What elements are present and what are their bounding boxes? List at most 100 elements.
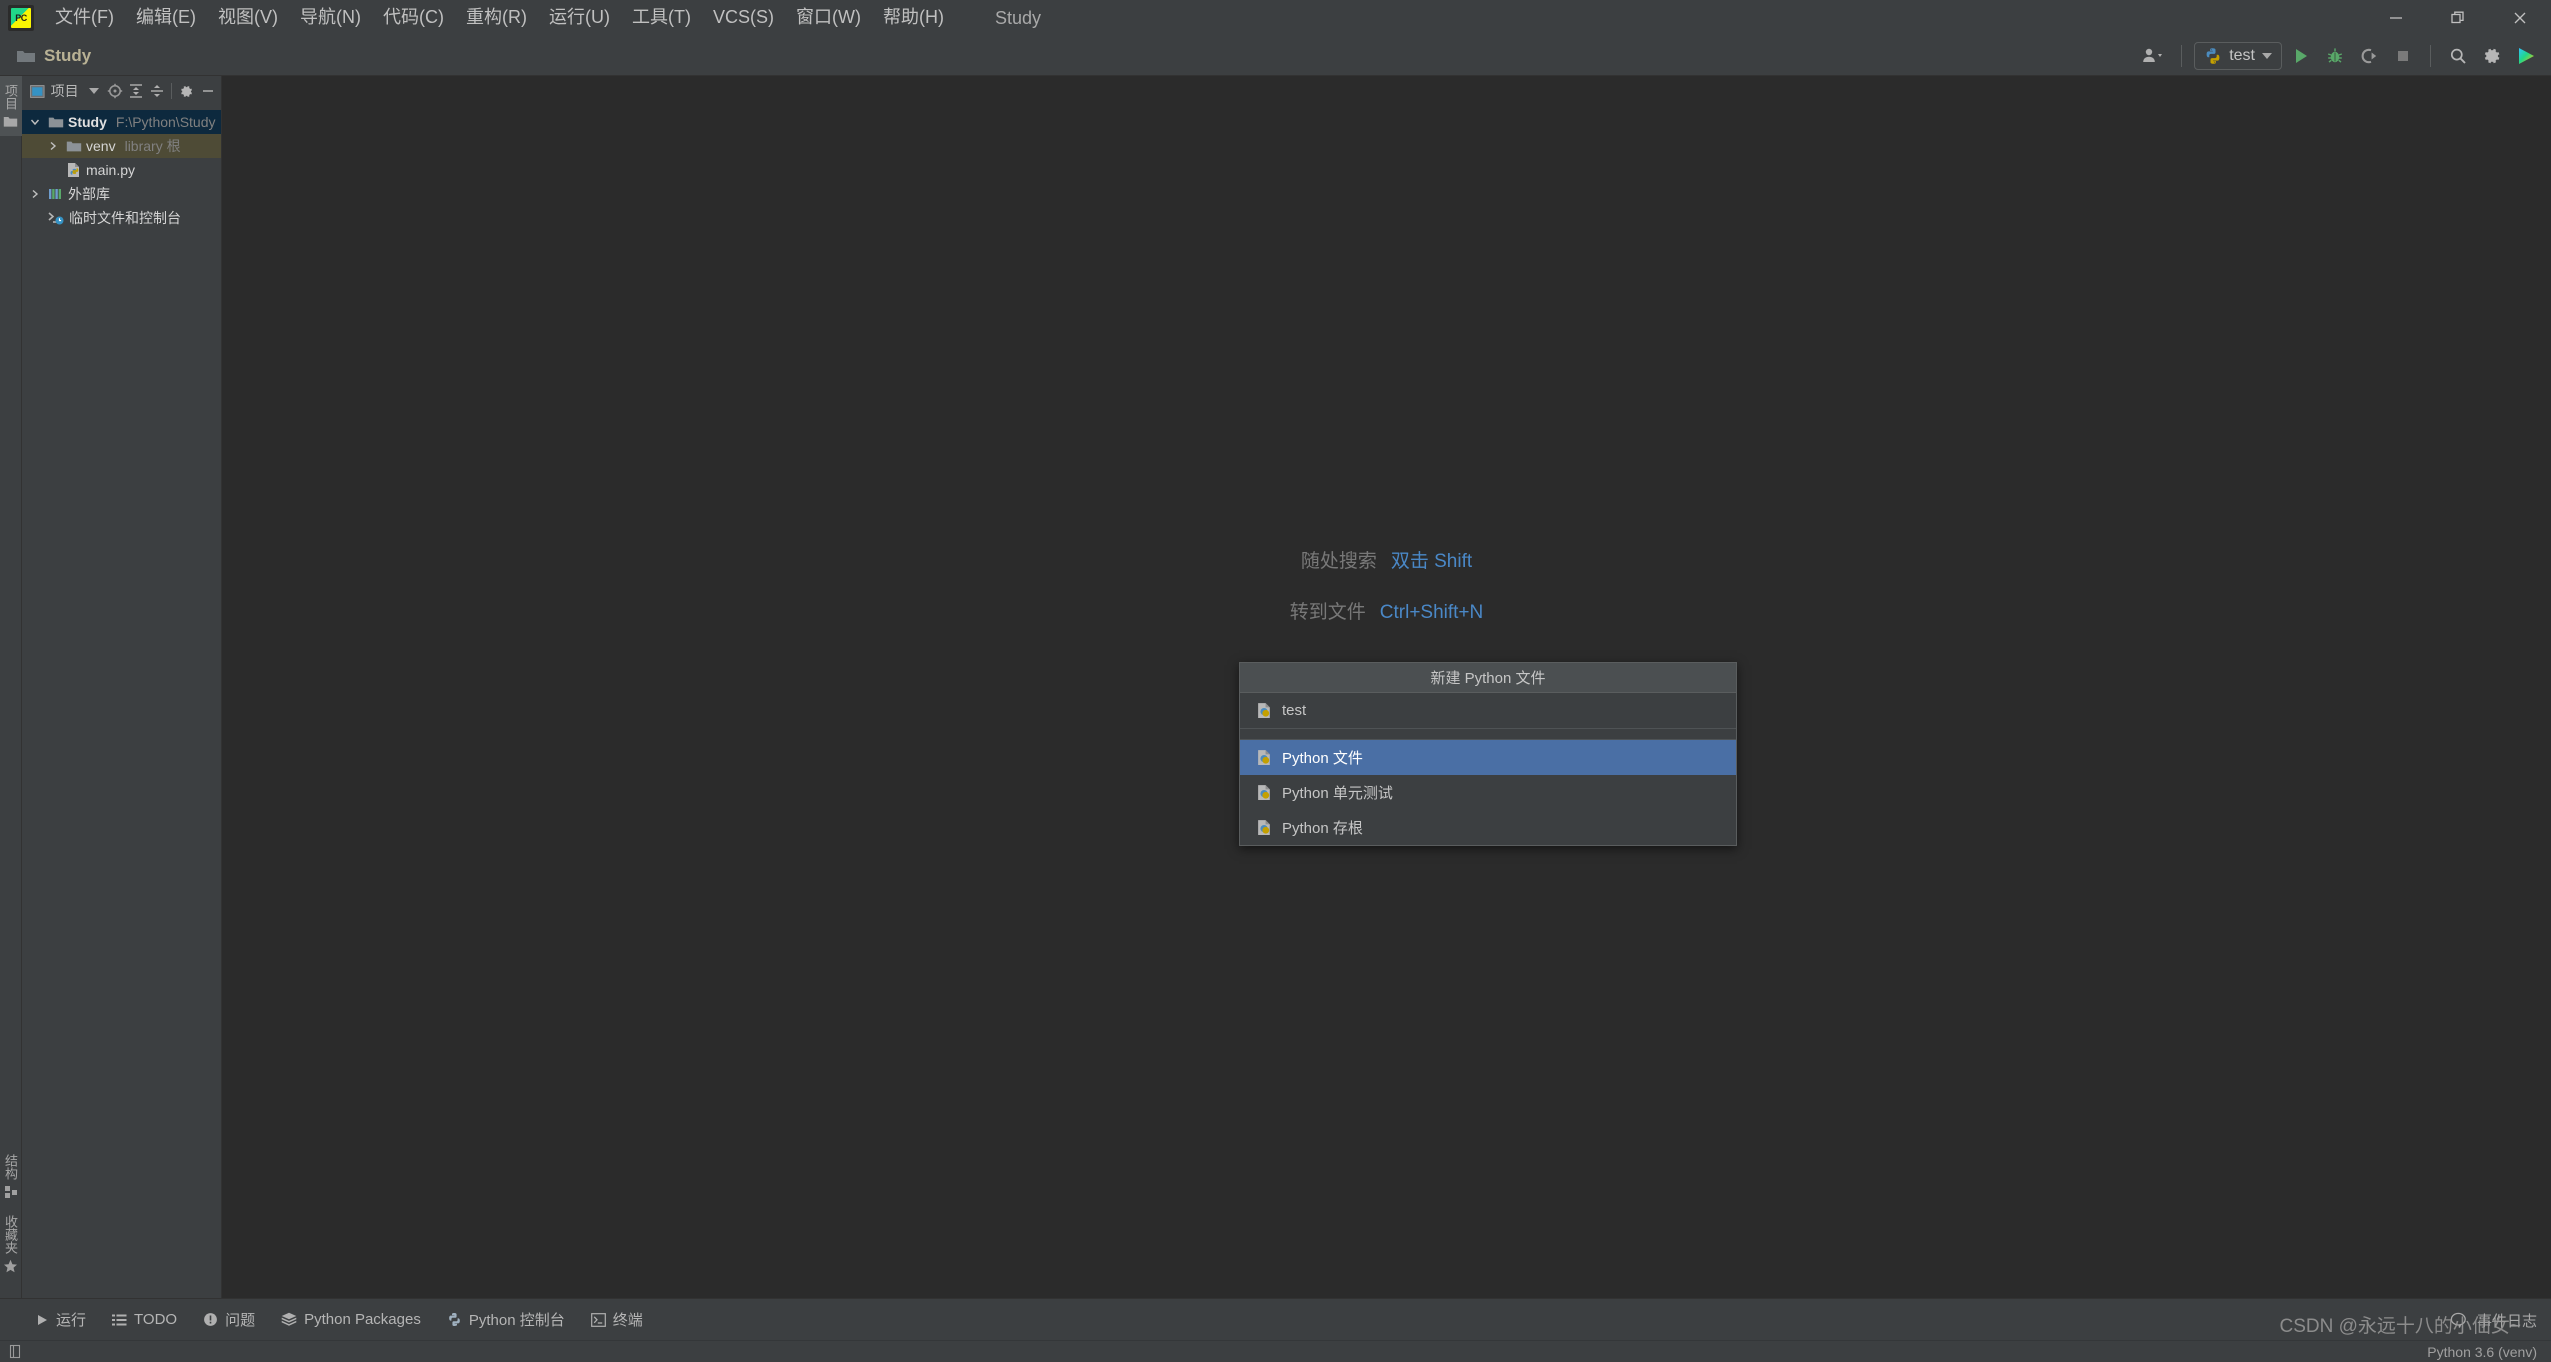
popup-name-input[interactable]: test bbox=[1240, 693, 1736, 728]
ai-assistant-button[interactable] bbox=[2511, 41, 2541, 71]
bug-icon bbox=[2327, 48, 2343, 63]
expand-all-button[interactable] bbox=[126, 80, 145, 102]
terminal-icon bbox=[590, 1312, 606, 1327]
menu-refactor[interactable]: 重构(R) bbox=[455, 3, 538, 33]
tree-node-label: Study bbox=[68, 114, 107, 130]
python-file-icon bbox=[1258, 703, 1270, 718]
bottom-item-todo[interactable]: TODO bbox=[99, 1307, 190, 1332]
play-icon bbox=[38, 1314, 47, 1325]
hint-search-everywhere: 随处搜索 双击 Shift bbox=[1301, 546, 1472, 573]
restore-icon bbox=[2451, 11, 2464, 24]
debug-button[interactable] bbox=[2320, 41, 2350, 71]
share-project-button[interactable] bbox=[2139, 41, 2169, 71]
folder-icon bbox=[3, 117, 18, 127]
sidebar-item-project[interactable]: 项目 bbox=[0, 76, 22, 136]
popup-item-label: Python 存根 bbox=[1282, 820, 1363, 837]
project-tool-window: 项目 Study F:\Python\Study venv library 根 … bbox=[22, 76, 222, 1298]
bottom-item-label: TODO bbox=[134, 1311, 178, 1328]
sidebar-item-favorites[interactable]: 收藏夹 bbox=[0, 1207, 22, 1282]
tree-node-main-py[interactable]: main.py bbox=[22, 158, 221, 182]
close-button[interactable] bbox=[2489, 0, 2551, 36]
tree-node-external-libraries[interactable]: 外部库 bbox=[22, 182, 221, 206]
settings-button[interactable] bbox=[2477, 41, 2507, 71]
breadcrumb[interactable]: Study bbox=[16, 46, 91, 66]
star-icon bbox=[4, 1259, 17, 1273]
panel-settings-button[interactable] bbox=[177, 80, 196, 102]
menu-code[interactable]: 代码(C) bbox=[372, 3, 455, 33]
python-file-icon bbox=[1258, 820, 1270, 835]
scroll-from-source-button[interactable] bbox=[106, 80, 125, 102]
list-icon bbox=[112, 1314, 127, 1325]
minimize-icon bbox=[202, 90, 213, 92]
chevron-right-icon[interactable] bbox=[44, 140, 62, 152]
project-view-dropdown[interactable] bbox=[85, 80, 104, 102]
folder-icon bbox=[48, 117, 64, 127]
minimize-button[interactable] bbox=[2365, 0, 2427, 36]
tree-node-study[interactable]: Study F:\Python\Study bbox=[22, 110, 221, 134]
popup-item-python-unit-test[interactable]: Python 单元测试 bbox=[1240, 775, 1736, 810]
menu-file[interactable]: 文件(F) bbox=[44, 3, 125, 33]
popup-item-python-stub[interactable]: Python 存根 bbox=[1240, 810, 1736, 845]
popup-separator bbox=[1240, 728, 1736, 740]
collapse-all-button[interactable] bbox=[147, 80, 166, 102]
popup-item-python-file[interactable]: Python 文件 bbox=[1240, 740, 1736, 775]
status-bar: Python 3.6 (venv) bbox=[0, 1340, 2551, 1362]
bottom-item-label: 问题 bbox=[225, 1312, 256, 1329]
bottom-item-problems[interactable]: 问题 bbox=[190, 1305, 268, 1334]
line-separator-icon[interactable] bbox=[8, 1344, 23, 1359]
project-window-icon bbox=[30, 84, 45, 98]
hint-label: 随处搜索 bbox=[1300, 551, 1377, 572]
collapse-all-icon bbox=[150, 85, 163, 97]
chevron-down-icon[interactable] bbox=[26, 116, 44, 128]
window-controls bbox=[2365, 0, 2551, 36]
menu-run[interactable]: 运行(U) bbox=[538, 3, 621, 33]
stop-icon bbox=[2398, 51, 2408, 61]
editor-hints: 随处搜索 双击 Shift 转到文件 Ctrl+Shift+N bbox=[222, 546, 2551, 624]
search-everywhere-button[interactable] bbox=[2443, 41, 2473, 71]
stripe-favorites-label: 收藏夹 bbox=[3, 1215, 18, 1254]
chevron-down-icon bbox=[89, 88, 100, 94]
packages-icon bbox=[281, 1312, 297, 1326]
scratches-icon bbox=[48, 211, 64, 224]
stop-button[interactable] bbox=[2388, 41, 2418, 71]
menu-tools[interactable]: 工具(T) bbox=[621, 3, 702, 33]
menu-help[interactable]: 帮助(H) bbox=[872, 3, 955, 33]
menu-view[interactable]: 视图(V) bbox=[207, 3, 289, 33]
status-right-group: 事件日志 bbox=[2450, 1299, 2537, 1341]
menu-navigate[interactable]: 导航(N) bbox=[289, 3, 372, 33]
people-icon bbox=[2143, 48, 2163, 62]
play-icon bbox=[2296, 49, 2307, 63]
panel-header-divider bbox=[171, 83, 173, 99]
menu-vcs[interactable]: VCS(S) bbox=[702, 3, 785, 33]
run-config-label: test bbox=[2229, 47, 2255, 64]
menu-bar: PC 文件(F) 编辑(E) 视图(V) 导航(N) 代码(C) 重构(R) 运… bbox=[0, 0, 2551, 36]
warning-icon bbox=[204, 1313, 217, 1326]
folder-icon bbox=[17, 50, 35, 62]
popup-input-value: test bbox=[1282, 702, 1307, 719]
python-interpreter-label[interactable]: Python 3.6 (venv) bbox=[2427, 1344, 2537, 1360]
menu-edit[interactable]: 编辑(E) bbox=[125, 3, 207, 33]
main-toolbar: Study test bbox=[0, 36, 2551, 76]
tree-node-venv[interactable]: venv library 根 bbox=[22, 134, 221, 158]
run-configuration-selector[interactable]: test bbox=[2194, 42, 2282, 70]
project-tree: Study F:\Python\Study venv library 根 mai… bbox=[22, 106, 221, 1298]
run-coverage-button[interactable] bbox=[2354, 41, 2384, 71]
pycharm-window: PC 文件(F) 编辑(E) 视图(V) 导航(N) 代码(C) 重构(R) 运… bbox=[0, 0, 2551, 1362]
bottom-item-python-console[interactable]: Python 控制台 bbox=[434, 1305, 578, 1334]
balloon-icon[interactable] bbox=[2450, 1312, 2467, 1329]
python-file-icon bbox=[1258, 785, 1270, 800]
bottom-item-label: Python 控制台 bbox=[468, 1312, 565, 1329]
bottom-item-python-packages[interactable]: Python Packages bbox=[268, 1307, 434, 1332]
menu-window[interactable]: 窗口(W) bbox=[785, 3, 872, 33]
tree-node-scratches[interactable]: 临时文件和控制台 bbox=[22, 206, 221, 230]
run-button[interactable] bbox=[2286, 41, 2316, 71]
bottom-item-run[interactable]: 运行 bbox=[22, 1305, 99, 1334]
hint-label: 转到文件 bbox=[1289, 602, 1366, 623]
tree-node-label: venv bbox=[86, 138, 116, 154]
bottom-item-terminal[interactable]: 终端 bbox=[578, 1305, 656, 1334]
sidebar-item-structure[interactable]: 结构 bbox=[0, 1146, 22, 1207]
toolbar-divider-2 bbox=[2430, 45, 2431, 67]
hide-panel-button[interactable] bbox=[198, 80, 217, 102]
chevron-right-icon[interactable] bbox=[26, 188, 44, 200]
maximize-button[interactable] bbox=[2427, 0, 2489, 36]
